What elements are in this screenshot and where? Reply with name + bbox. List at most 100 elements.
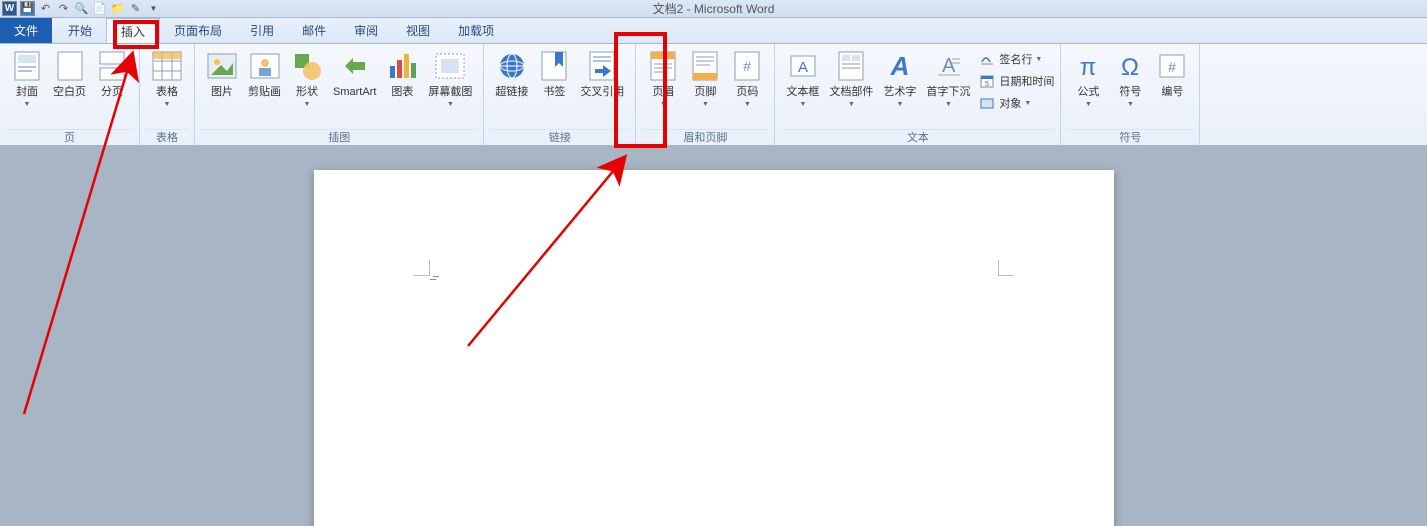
footer-icon [689,50,721,82]
equation-label: 公式 [1077,86,1099,99]
dropcap-icon: A [932,50,964,82]
object-button[interactable]: 对象 ▼ [979,92,1054,114]
dropdown-arrow-icon: ▼ [1024,100,1031,107]
wordart-button[interactable]: A 艺术字 ▼ [879,48,920,110]
undo-icon[interactable]: ↶ [38,1,53,16]
dropdown-arrow-icon: ▼ [848,101,855,108]
tab-file[interactable]: 文件 [0,18,52,43]
crossref-label: 交叉引用 [580,86,624,99]
table-button[interactable]: 表格 ▼ [147,48,187,110]
header-button[interactable]: 页眉 ▼ [643,48,683,110]
margin-corner-icon [414,260,430,276]
textbox-icon: A [787,50,819,82]
tab-references[interactable]: 引用 [236,18,288,43]
qat-icon-4[interactable]: ✎ [128,1,143,16]
textbox-button[interactable]: A 文本框 ▼ [782,48,823,110]
footer-label: 页脚 [694,86,716,99]
ribbon: 封面 ▼ 空白页 分页 页 [0,44,1427,146]
dropcap-button[interactable]: A 首字下沉 ▼ [922,48,974,110]
screenshot-label: 屏幕截图 [428,86,472,99]
svg-text:A: A [798,59,808,76]
tab-home[interactable]: 开始 [54,18,106,43]
footer-button[interactable]: 页脚 ▼ [685,48,725,110]
qat-icon-1[interactable]: 🔍 [74,1,89,16]
crossref-button[interactable]: 交叉引用 [576,48,628,101]
window-title: 文档2 - Microsoft Word [0,0,1427,17]
tab-insert[interactable]: 插入 [106,18,160,43]
symbol-label: 符号 [1119,86,1141,99]
dropdown-arrow-icon: ▼ [447,101,454,108]
cover-page-button[interactable]: 封面 ▼ [7,48,47,110]
blank-page-label: 空白页 [53,86,86,99]
chart-icon [386,50,418,82]
header-icon [647,50,679,82]
hyperlink-label: 超链接 [495,86,528,99]
cover-page-label: 封面 [16,86,38,99]
qat-dropdown-icon[interactable]: ▼ [146,1,161,16]
smartart-icon [339,50,371,82]
datetime-button[interactable]: 5 日期和时间 [979,70,1054,92]
group-text: A 文本框 ▼ 文档部件 ▼ A 艺术字 ▼ A [775,44,1061,145]
save-icon[interactable]: 💾 [20,1,35,16]
qat-icon-3[interactable]: 📁 [110,1,125,16]
redo-icon[interactable]: ↷ [56,1,71,16]
blank-page-button[interactable]: 空白页 [49,48,90,101]
quickparts-icon [835,50,867,82]
group-header-footer: 页眉 ▼ 页脚 ▼ # 页码 ▼ 眉和页脚 [636,44,775,145]
document-canvas[interactable] [0,146,1427,526]
bookmark-button[interactable]: 书签 [534,48,574,101]
screenshot-button[interactable]: 屏幕截图 ▼ [424,48,476,110]
dropdown-arrow-icon: ▼ [896,101,903,108]
tab-layout[interactable]: 页面布局 [160,18,236,43]
page-break-button[interactable]: 分页 [92,48,132,101]
picture-icon [206,50,238,82]
clipart-button[interactable]: 剪贴画 [244,48,285,101]
margin-corner-icon [998,260,1014,276]
quickparts-label: 文档部件 [829,86,873,99]
dropdown-arrow-icon: ▼ [945,101,952,108]
group-tables-label: 表格 [146,129,188,145]
symbol-button[interactable]: Ω 符号 ▼ [1110,48,1150,110]
hyperlink-button[interactable]: 超链接 [491,48,532,101]
hyperlink-icon [496,50,528,82]
tab-addins[interactable]: 加载项 [444,18,508,43]
bookmark-label: 书签 [543,86,565,99]
group-illustrations-label: 插图 [201,129,477,145]
shapes-button[interactable]: 形状 ▼ [287,48,327,110]
chart-button[interactable]: 图表 [382,48,422,101]
dropdown-arrow-icon: ▼ [799,101,806,108]
dropdown-arrow-icon: ▼ [702,101,709,108]
wordart-label: 艺术字 [883,86,916,99]
svg-text:#: # [1169,59,1177,75]
tab-review[interactable]: 审阅 [340,18,392,43]
pagenum-button[interactable]: # 页码 ▼ [727,48,767,110]
svg-text:5: 5 [985,81,989,88]
group-illustrations: 图片 剪贴画 形状 ▼ SmartArt [195,44,484,145]
datetime-label: 日期和时间 [999,73,1054,89]
dropdown-arrow-icon: ▼ [24,101,31,108]
tab-mailings[interactable]: 邮件 [288,18,340,43]
clipart-label: 剪贴画 [248,86,281,99]
number-button[interactable]: # 编号 [1152,48,1192,101]
dropdown-arrow-icon: ▼ [1085,101,1092,108]
tab-view[interactable]: 视图 [392,18,444,43]
wordart-icon: A [884,50,916,82]
page[interactable] [314,170,1114,526]
quickparts-button[interactable]: 文档部件 ▼ [825,48,877,110]
signature-label: 签名行 [999,51,1032,67]
dropdown-arrow-icon: ▼ [660,101,667,108]
qat-icon-2[interactable]: 📄 [92,1,107,16]
smartart-label: SmartArt [333,86,376,99]
smartart-button[interactable]: SmartArt [329,48,380,101]
textbox-label: 文本框 [786,86,819,99]
equation-button[interactable]: π 公式 ▼ [1068,48,1108,110]
quick-access-toolbar: W 💾 ↶ ↷ 🔍 📄 📁 ✎ ▼ 文档2 - Microsoft Word [0,0,1427,18]
group-pages: 封面 ▼ 空白页 分页 页 [0,44,140,145]
dropdown-arrow-icon: ▼ [1127,101,1134,108]
group-symbols-label: 符号 [1067,129,1193,145]
signature-line-button[interactable]: 签名行 ▼ [979,48,1054,70]
picture-button[interactable]: 图片 [202,48,242,101]
ribbon-tabs: 文件 开始 插入 页面布局 引用 邮件 审阅 视图 加载项 [0,18,1427,44]
object-label: 对象 [999,95,1021,111]
text-cursor-icon [430,278,438,286]
